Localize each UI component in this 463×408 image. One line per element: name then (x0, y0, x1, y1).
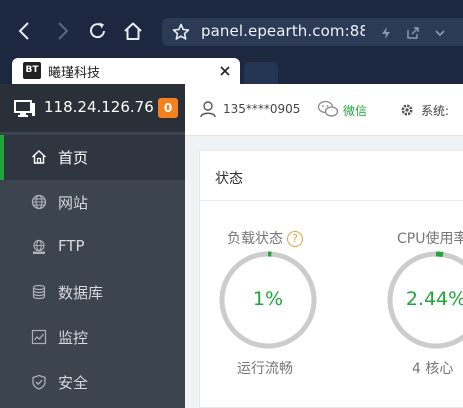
system-label: 系统: (421, 104, 450, 118)
server-header: 118.24.126.76 0 (0, 84, 185, 132)
sidebar-item-monitor[interactable]: 监控 (0, 315, 185, 360)
share-icon[interactable] (406, 25, 420, 39)
status-card: 状态 负载状态? 1% 运行流畅 CPU使用率 2.44% 4 核心 (199, 150, 463, 408)
browser-tab[interactable]: BT 曦瑾科技 (12, 58, 240, 84)
shield-icon (31, 374, 47, 390)
sidebar-item-label: 数据库 (58, 284, 104, 302)
new-tab-button[interactable] (244, 62, 278, 84)
favicon-logo: BT (23, 62, 41, 79)
top-header: 135****0905 微信 系统: (185, 84, 463, 136)
monitor-chart-icon (31, 329, 47, 345)
card-title: 状态 (215, 171, 243, 187)
sidebar-item-label: 监控 (58, 329, 89, 347)
back-icon[interactable] (14, 20, 36, 42)
user-phone[interactable]: 135****0905 (223, 102, 300, 116)
wechat-link[interactable]: 微信 (343, 102, 367, 119)
cpu-cores-text: 4 核心 (412, 361, 454, 377)
globe-icon (31, 194, 47, 210)
database-icon (31, 284, 47, 300)
divider (200, 200, 463, 201)
monitor-icon (14, 100, 36, 118)
sidebar-item-label: 安全 (58, 374, 89, 392)
cpu-usage-label: CPU使用率 (397, 231, 463, 247)
close-icon[interactable] (218, 63, 232, 77)
gear-icon (400, 102, 414, 116)
wechat-icon[interactable] (317, 99, 339, 119)
load-status-text: 运行流畅 (237, 361, 293, 377)
home-icon (31, 149, 47, 165)
sidebar-item-label: 网站 (58, 194, 89, 212)
reload-icon[interactable] (87, 20, 109, 42)
sidebar: 118.24.126.76 0 首页 网站 FTP 数据库 监控 安全 (0, 84, 185, 408)
sidebar-item-security[interactable]: 安全 (0, 360, 185, 405)
load-status-label: 负载状态? (227, 228, 303, 248)
lightning-icon[interactable] (379, 25, 393, 39)
sidebar-item-home[interactable]: 首页 (0, 135, 185, 180)
tab-strip: BT 曦瑾科技 (0, 58, 463, 84)
bookmark-star-icon[interactable] (172, 23, 190, 41)
home-page-icon[interactable] (122, 20, 144, 42)
sidebar-item-label: FTP (58, 237, 85, 255)
sidebar-item-label: 首页 (58, 149, 89, 167)
server-ip: 118.24.126.76 (44, 98, 154, 116)
tab-title: 曦瑾科技 (48, 66, 101, 81)
forward-icon[interactable] (51, 20, 73, 42)
sidebar-item-ftp[interactable]: FTP (0, 225, 185, 270)
address-bar[interactable]: panel.epearth.com:8888 (162, 18, 463, 46)
help-icon[interactable]: ? (287, 231, 303, 247)
load-value: 1% (252, 288, 284, 310)
sidebar-item-websites[interactable]: 网站 (0, 180, 185, 225)
user-icon[interactable] (199, 100, 217, 118)
ftp-icon (31, 239, 47, 255)
notification-badge[interactable]: 0 (158, 98, 178, 118)
browser-toolbar: panel.epearth.com:8888 (0, 0, 463, 58)
sidebar-item-database[interactable]: 数据库 (0, 270, 185, 315)
chevron-down-icon[interactable] (433, 25, 447, 39)
url-text[interactable]: panel.epearth.com:8888 (201, 22, 365, 40)
cpu-value: 2.44% (405, 288, 463, 310)
